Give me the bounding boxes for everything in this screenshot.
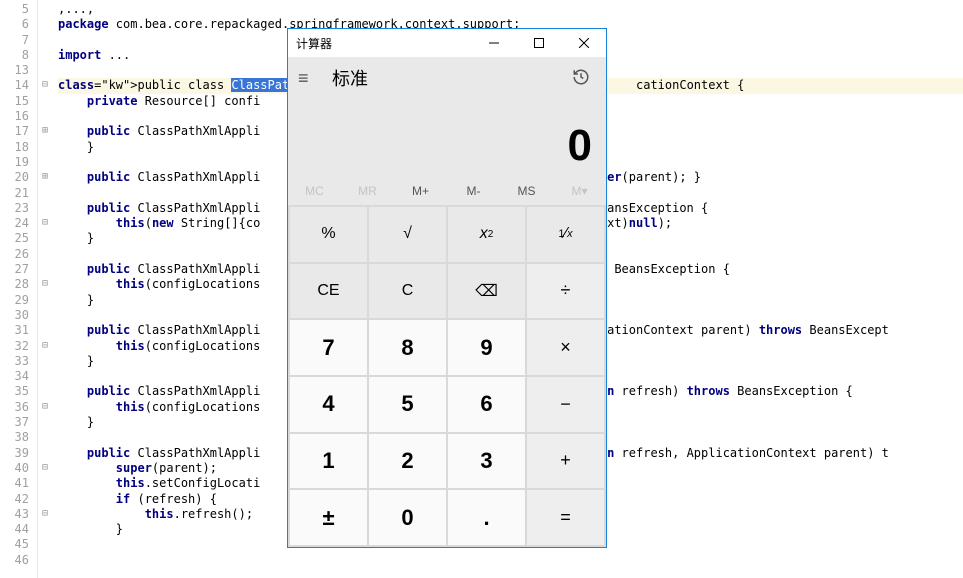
three-button[interactable]: 3 [448, 434, 525, 489]
square-button[interactable]: x2 [448, 207, 525, 262]
keypad: % √ x2 1∕x CE C ⌫ ÷ 7 8 9 × 4 5 6 − 1 2 … [288, 205, 606, 547]
mlist-button[interactable]: M▾ [553, 177, 606, 205]
nine-button[interactable]: 9 [448, 320, 525, 375]
calculator-header: ≡ 标准 [288, 57, 606, 99]
one-button[interactable]: 1 [290, 434, 367, 489]
calculator-titlebar[interactable]: 计算器 [288, 29, 606, 57]
subtract-button[interactable]: − [527, 377, 604, 432]
history-icon[interactable] [572, 68, 596, 89]
zero-button[interactable]: 0 [369, 490, 446, 545]
backspace-button[interactable]: ⌫ [448, 264, 525, 319]
hamburger-menu-icon[interactable]: ≡ [298, 68, 322, 89]
seven-button[interactable]: 7 [290, 320, 367, 375]
mr-button[interactable]: MR [341, 177, 394, 205]
mode-label: 标准 [332, 65, 572, 91]
multiply-button[interactable]: × [527, 320, 604, 375]
two-button[interactable]: 2 [369, 434, 446, 489]
mplus-button[interactable]: M+ [394, 177, 447, 205]
display: 0 [288, 99, 606, 177]
close-button[interactable] [561, 29, 606, 57]
sqrt-button[interactable]: √ [369, 207, 446, 262]
line-number-gutter: 5678131415161718192021232425262728293031… [0, 0, 38, 578]
percent-button[interactable]: % [290, 207, 367, 262]
ce-button[interactable]: CE [290, 264, 367, 319]
negate-button[interactable]: ± [290, 490, 367, 545]
decimal-button[interactable]: . [448, 490, 525, 545]
ms-button[interactable]: MS [500, 177, 553, 205]
mminus-button[interactable]: M- [447, 177, 500, 205]
maximize-button[interactable] [516, 29, 561, 57]
four-button[interactable]: 4 [290, 377, 367, 432]
fold-gutter[interactable]: ⊟⊞⊞⊟⊟⊟⊟⊟⊟ [38, 0, 52, 578]
divide-button[interactable]: ÷ [527, 264, 604, 319]
reciprocal-button[interactable]: 1∕x [527, 207, 604, 262]
c-button[interactable]: C [369, 264, 446, 319]
add-button[interactable]: + [527, 434, 604, 489]
memory-row: MC MR M+ M- MS M▾ [288, 177, 606, 205]
eight-button[interactable]: 8 [369, 320, 446, 375]
calculator-window[interactable]: 计算器 ≡ 标准 0 MC MR M+ M- MS M▾ % √ x2 1∕x … [287, 28, 607, 548]
six-button[interactable]: 6 [448, 377, 525, 432]
mc-button[interactable]: MC [288, 177, 341, 205]
five-button[interactable]: 5 [369, 377, 446, 432]
calculator-title: 计算器 [296, 35, 471, 52]
minimize-button[interactable] [471, 29, 516, 57]
equals-button[interactable]: = [527, 490, 604, 545]
